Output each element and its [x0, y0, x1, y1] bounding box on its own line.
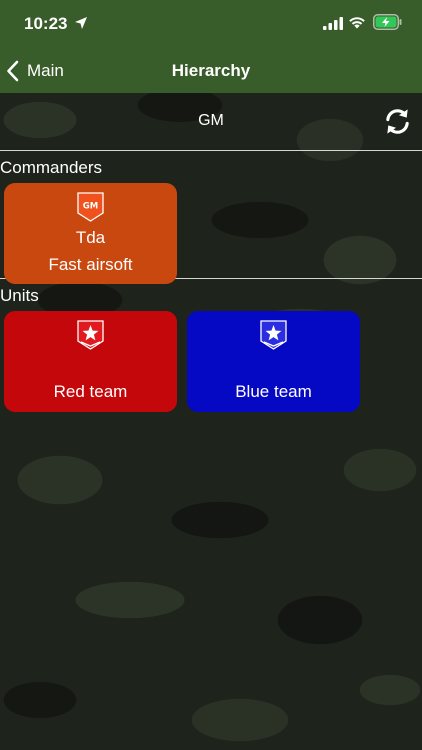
units-section: Units Red team Blue team: [0, 279, 422, 412]
status-bar: 10:23: [0, 0, 422, 48]
commander-card[interactable]: GM Tda Fast airsoft: [4, 183, 177, 284]
units-list: Red team Blue team: [0, 311, 422, 412]
refresh-icon[interactable]: [382, 106, 413, 137]
role-row: GM: [0, 93, 422, 150]
unit-name: Blue team: [235, 382, 312, 401]
commanders-section: Commanders GM Tda Fast airsoft: [0, 151, 422, 284]
gm-shield-icon: GM: [77, 192, 104, 222]
wifi-icon: [349, 17, 365, 29]
location-arrow-icon: [75, 17, 87, 29]
battery-charging-icon: [373, 14, 402, 30]
status-time: 10:23: [24, 14, 68, 33]
cellular-signal-icon: [323, 17, 343, 30]
unit-card-red-team[interactable]: Red team: [4, 311, 177, 412]
unit-card-blue-team[interactable]: Blue team: [187, 311, 360, 412]
page-title: Hierarchy: [171, 61, 251, 80]
navigation-bar: Main Hierarchy: [0, 48, 422, 93]
hierarchy-content: GM Commanders GM Tda Fast airsoft Units: [0, 93, 422, 412]
commanders-list: GM Tda Fast airsoft: [0, 183, 422, 284]
commander-team: Fast airsoft: [48, 255, 133, 274]
role-label: GM: [198, 112, 224, 129]
commander-name: Tda: [75, 228, 106, 247]
commanders-section-title: Commanders: [0, 158, 103, 177]
star-shield-icon: [260, 320, 287, 350]
star-shield-icon: [77, 320, 104, 350]
unit-name: Red team: [53, 382, 128, 401]
header: 10:23 Main Hierarchy: [0, 0, 422, 93]
commander-badge-text: GM: [83, 202, 98, 212]
